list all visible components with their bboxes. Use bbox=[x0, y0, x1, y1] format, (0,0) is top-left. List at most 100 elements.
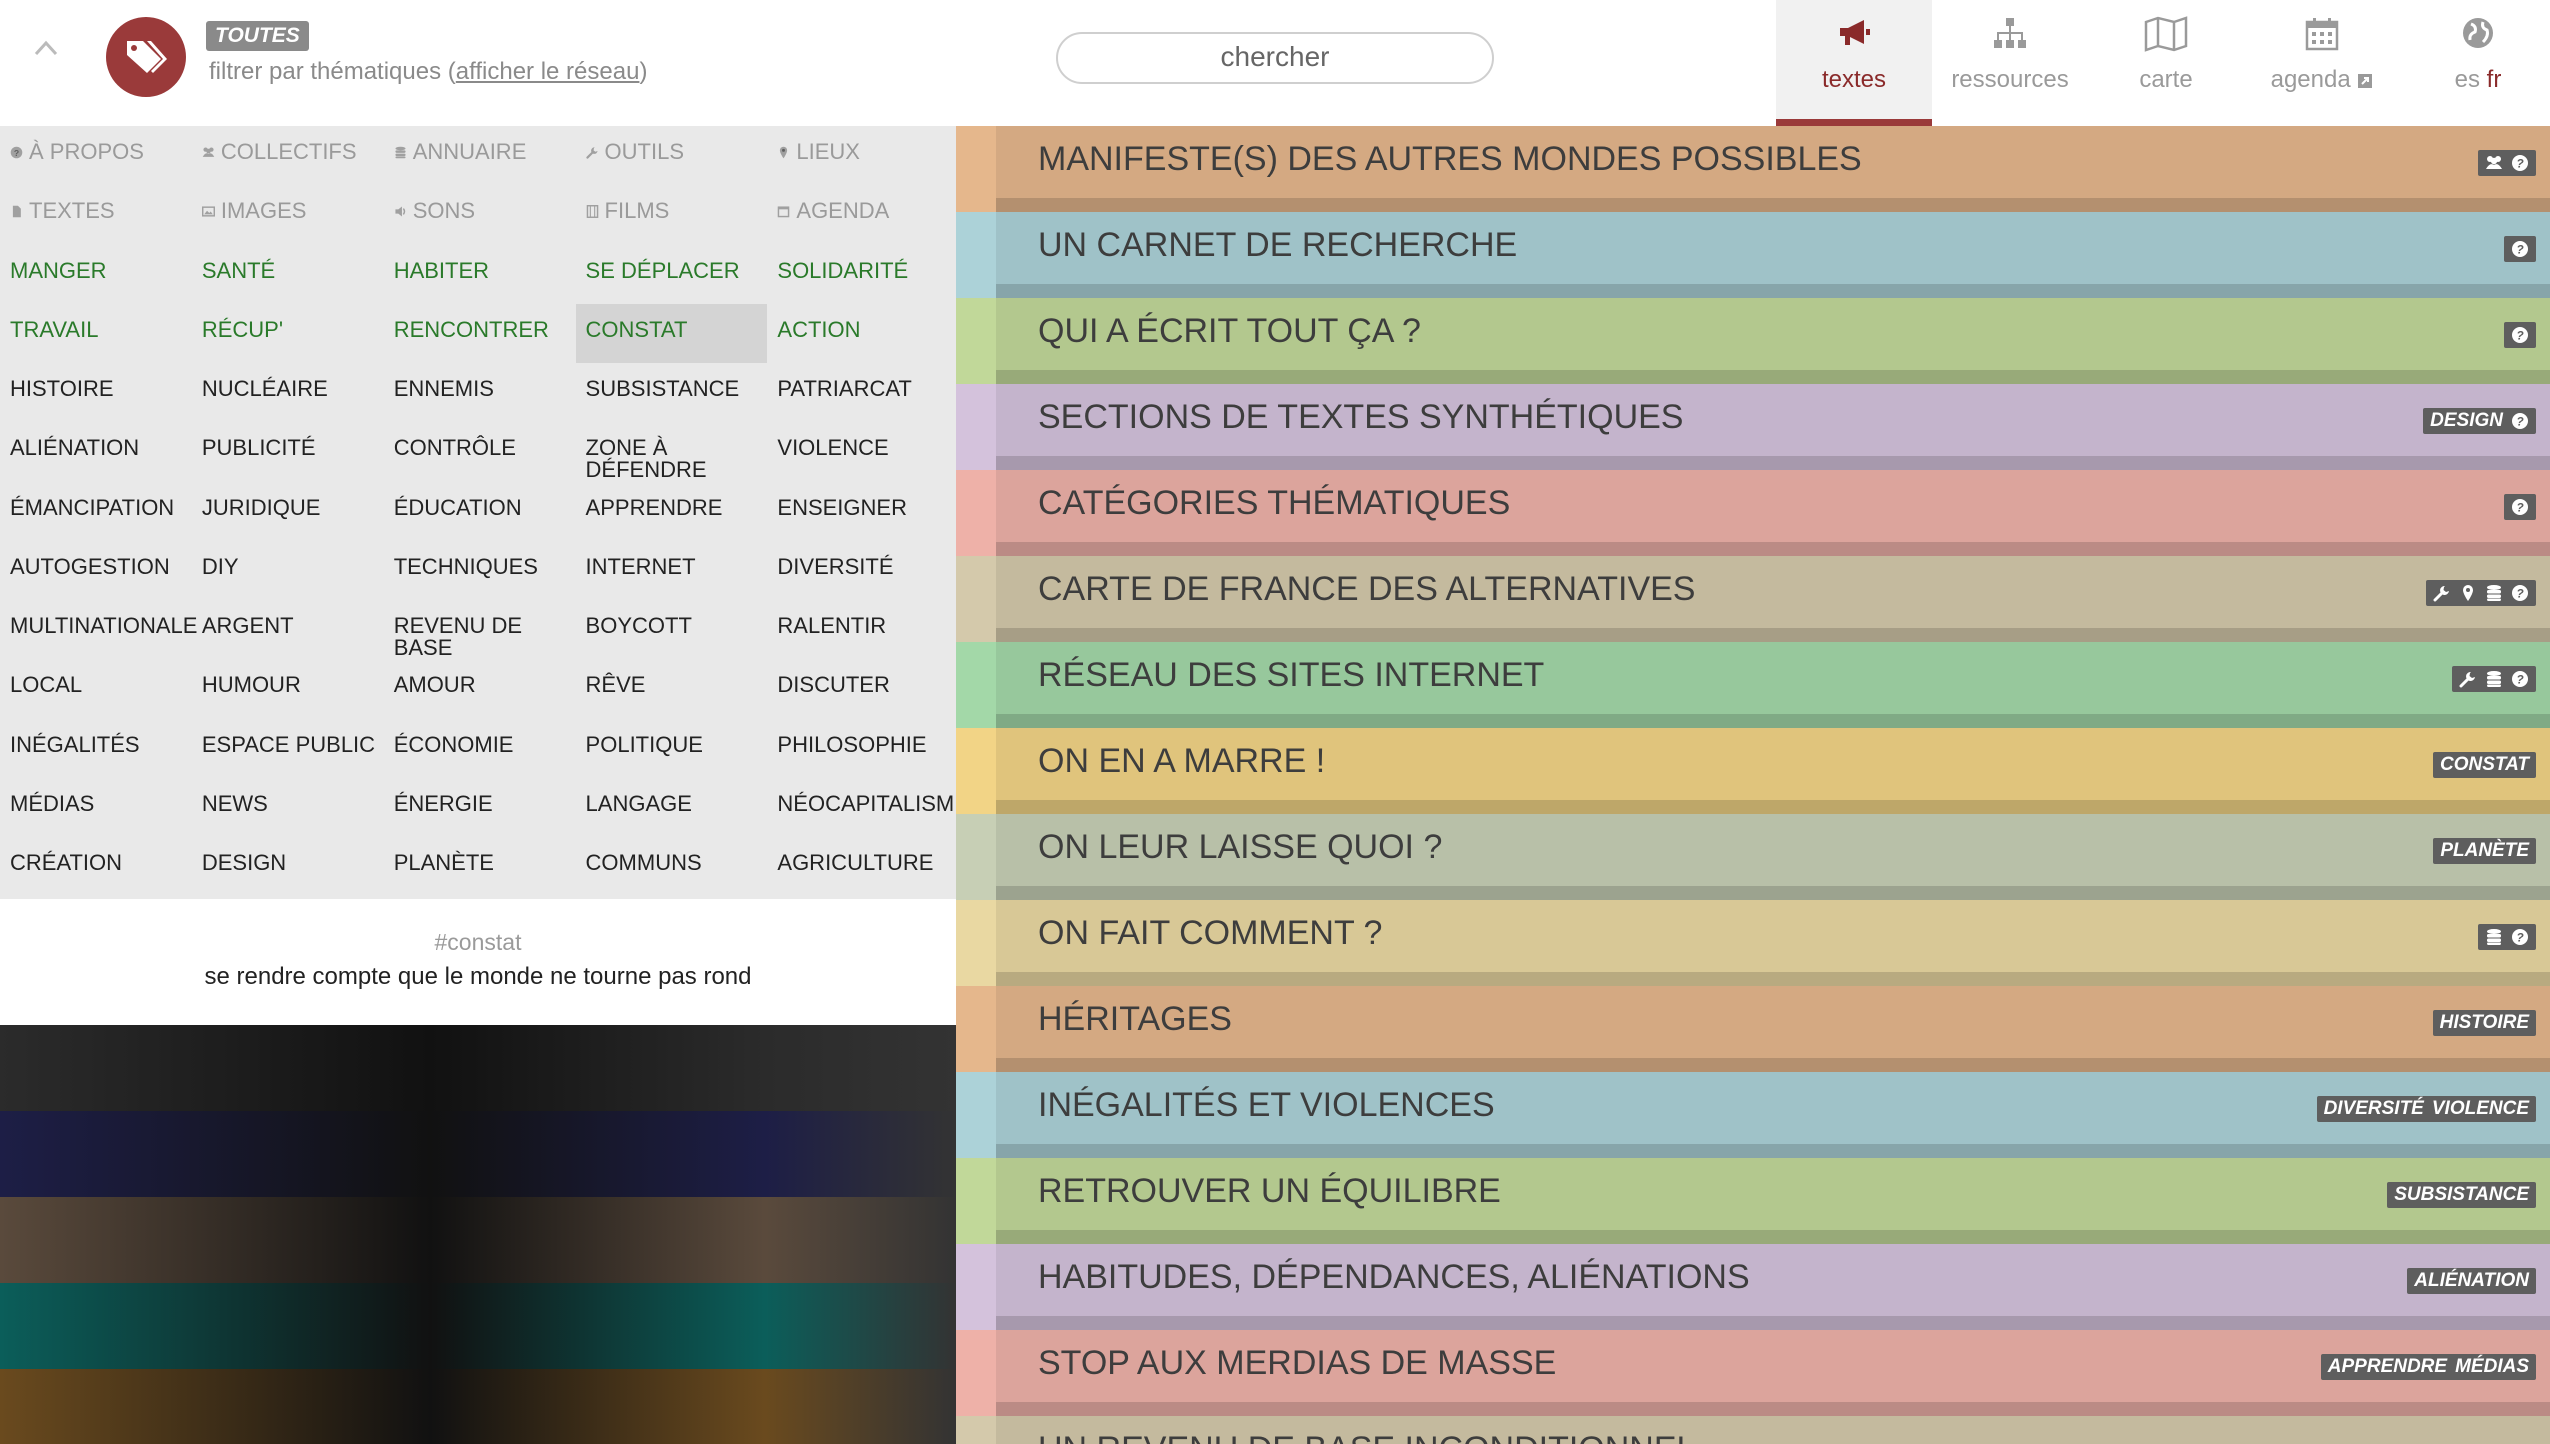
category-alienation[interactable]: ALIÉNATION bbox=[0, 422, 192, 481]
article-row[interactable]: CARTE DE FRANCE DES ALTERNATIVES ? bbox=[956, 556, 2550, 642]
show-network-link[interactable]: afficher le réseau bbox=[456, 58, 640, 85]
lang-fr[interactable]: fr bbox=[2487, 66, 2502, 93]
category-recup[interactable]: RÉCUP' bbox=[192, 304, 384, 363]
category-education[interactable]: ÉDUCATION bbox=[384, 482, 576, 541]
category-patriarcat[interactable]: PATRIARCAT bbox=[767, 363, 959, 422]
image-strip[interactable] bbox=[0, 1111, 956, 1197]
category-local[interactable]: LOCAL bbox=[0, 659, 192, 718]
article-row[interactable]: ON EN A MARRE ! CONSTAT bbox=[956, 728, 2550, 814]
category-rencontrer[interactable]: RENCONTRER bbox=[384, 304, 576, 363]
category-ennemis[interactable]: ENNEMIS bbox=[384, 363, 576, 422]
article-row[interactable]: INÉGALITÉS ET VIOLENCES DIVERSITÉ VIOLENC… bbox=[956, 1072, 2550, 1158]
tag-label[interactable]: CONSTAT bbox=[2440, 752, 2529, 778]
category-sante[interactable]: SANTÉ bbox=[192, 245, 384, 304]
category-revenu-de-base[interactable]: REVENU DE BASE bbox=[384, 600, 576, 659]
category-agriculture[interactable]: AGRICULTURE bbox=[767, 837, 959, 896]
image-strip[interactable] bbox=[0, 1283, 956, 1369]
category-langage[interactable]: LANGAGE bbox=[576, 778, 768, 837]
category-action[interactable]: ACTION bbox=[767, 304, 959, 363]
category-planete[interactable]: PLANÈTE bbox=[384, 837, 576, 896]
article-title[interactable]: UN CARNET DE RECHERCHE bbox=[1038, 226, 1517, 265]
category-espace-public[interactable]: ESPACE PUBLIC bbox=[192, 719, 384, 778]
article-row[interactable]: ON FAIT COMMENT ? ? bbox=[956, 900, 2550, 986]
tag-label[interactable]: ALIÉNATION bbox=[2414, 1268, 2529, 1294]
category-apprendre[interactable]: APPRENDRE bbox=[576, 482, 768, 541]
tag-label[interactable]: VIOLENCE bbox=[2432, 1096, 2529, 1122]
article-row[interactable]: SECTIONS DE TEXTES SYNTHÉTIQUES DESIGN? bbox=[956, 384, 2550, 470]
tab-agenda[interactable]: agenda bbox=[2244, 0, 2400, 126]
category-boycott[interactable]: BOYCOTT bbox=[576, 600, 768, 659]
article-row[interactable]: STOP AUX MERDIAS DE MASSE APPRENDRE MÉDIA… bbox=[956, 1330, 2550, 1416]
category-economie[interactable]: ÉCONOMIE bbox=[384, 719, 576, 778]
article-row[interactable]: CATÉGORIES THÉMATIQUES ? bbox=[956, 470, 2550, 556]
category-zone-a-defendre[interactable]: ZONE À DÉFENDRE bbox=[576, 422, 768, 481]
category-autogestion[interactable]: AUTOGESTION bbox=[0, 541, 192, 600]
category-communs[interactable]: COMMUNS bbox=[576, 837, 768, 896]
category-manger[interactable]: MANGER bbox=[0, 245, 192, 304]
category-controle[interactable]: CONTRÔLE bbox=[384, 422, 576, 481]
tag-label[interactable]: DESIGN bbox=[2430, 408, 2503, 434]
category-a-propos[interactable]: ? À PROPOS bbox=[0, 126, 192, 185]
tab-ressources[interactable]: ressources bbox=[1932, 0, 2088, 126]
category-agenda[interactable]: AGENDA bbox=[767, 185, 959, 244]
article-title[interactable]: UN REVENU DE BASE INCONDITIONNEL bbox=[1038, 1430, 1695, 1444]
category-news[interactable]: NEWS bbox=[192, 778, 384, 837]
article-title[interactable]: ON FAIT COMMENT ? bbox=[1038, 914, 1382, 953]
search-input[interactable]: chercher bbox=[1056, 32, 1494, 84]
category-outils[interactable]: OUTILS bbox=[576, 126, 768, 185]
article-title[interactable]: STOP AUX MERDIAS DE MASSE bbox=[1038, 1344, 1556, 1383]
category-films[interactable]: FILMS bbox=[576, 185, 768, 244]
category-se-deplacer[interactable]: SE DÉPLACER bbox=[576, 245, 768, 304]
article-title[interactable]: QUI A ÉCRIT TOUT ÇA ? bbox=[1038, 312, 1421, 351]
image-strip[interactable] bbox=[0, 1369, 956, 1444]
article-title[interactable]: CATÉGORIES THÉMATIQUES bbox=[1038, 484, 1510, 523]
category-internet[interactable]: INTERNET bbox=[576, 541, 768, 600]
tag-label[interactable]: SUBSISTANCE bbox=[2394, 1182, 2529, 1208]
category-discuter[interactable]: DISCUTER bbox=[767, 659, 959, 718]
tag-label[interactable]: MÉDIAS bbox=[2455, 1354, 2529, 1380]
category-sons[interactable]: SONS bbox=[384, 185, 576, 244]
article-title[interactable]: CARTE DE FRANCE DES ALTERNATIVES bbox=[1038, 570, 1695, 609]
tags-filter-button[interactable] bbox=[106, 17, 186, 97]
category-nucleaire[interactable]: NUCLÉAIRE bbox=[192, 363, 384, 422]
category-enseigner[interactable]: ENSEIGNER bbox=[767, 482, 959, 541]
lang-es[interactable]: es bbox=[2455, 66, 2480, 93]
category-techniques[interactable]: TECHNIQUES bbox=[384, 541, 576, 600]
article-row[interactable]: MANIFESTE(S) DES AUTRES MONDES POSSIBLES… bbox=[956, 126, 2550, 212]
article-row[interactable]: RETROUVER UN ÉQUILIBRE SUBSISTANCE bbox=[956, 1158, 2550, 1244]
category-travail[interactable]: TRAVAIL bbox=[0, 304, 192, 363]
category-diy[interactable]: DIY bbox=[192, 541, 384, 600]
article-title[interactable]: RÉSEAU DES SITES INTERNET bbox=[1038, 656, 1544, 695]
article-title[interactable]: INÉGALITÉS ET VIOLENCES bbox=[1038, 1086, 1495, 1125]
category-creation[interactable]: CRÉATION bbox=[0, 837, 192, 896]
category-amour[interactable]: AMOUR bbox=[384, 659, 576, 718]
category-lieux[interactable]: LIEUX bbox=[767, 126, 959, 185]
article-title[interactable]: SECTIONS DE TEXTES SYNTHÉTIQUES bbox=[1038, 398, 1684, 437]
category-neocapitalisme[interactable]: NÉOCAPITALISME bbox=[767, 778, 969, 837]
category-humour[interactable]: HUMOUR bbox=[192, 659, 384, 718]
tab-textes[interactable]: textes bbox=[1776, 0, 1932, 126]
article-title[interactable]: HÉRITAGES bbox=[1038, 1000, 1232, 1039]
category-juridique[interactable]: JURIDIQUE bbox=[192, 482, 384, 541]
article-row[interactable]: HABITUDES, DÉPENDANCES, ALIÉNATIONS ALIÉ… bbox=[956, 1244, 2550, 1330]
tag-label[interactable]: HISTOIRE bbox=[2440, 1010, 2529, 1036]
article-title[interactable]: ON LEUR LAISSE QUOI ? bbox=[1038, 828, 1442, 867]
category-argent[interactable]: ARGENT bbox=[192, 600, 384, 659]
category-constat[interactable]: CONSTAT bbox=[575, 303, 768, 364]
article-row[interactable]: RÉSEAU DES SITES INTERNET ? bbox=[956, 642, 2550, 728]
category-images[interactable]: IMAGES bbox=[192, 185, 384, 244]
category-collectifs[interactable]: COLLECTIFS bbox=[192, 126, 384, 185]
category-reve[interactable]: RÊVE bbox=[576, 659, 768, 718]
article-title[interactable]: HABITUDES, DÉPENDANCES, ALIÉNATIONS bbox=[1038, 1258, 1750, 1297]
article-row[interactable]: UN CARNET DE RECHERCHE ? bbox=[956, 212, 2550, 298]
category-politique[interactable]: POLITIQUE bbox=[576, 719, 768, 778]
image-strip[interactable] bbox=[0, 1025, 956, 1111]
category-habiter[interactable]: HABITER bbox=[384, 245, 576, 304]
language-switch[interactable]: es fr bbox=[2400, 0, 2550, 126]
tag-label[interactable]: APPRENDRE bbox=[2328, 1354, 2447, 1380]
category-design[interactable]: DESIGN bbox=[192, 837, 384, 896]
category-violence[interactable]: VIOLENCE bbox=[767, 422, 959, 481]
category-ralentir[interactable]: RALENTIR bbox=[767, 600, 959, 659]
category-diversite[interactable]: DIVERSITÉ bbox=[767, 541, 959, 600]
category-subsistance[interactable]: SUBSISTANCE bbox=[576, 363, 768, 422]
